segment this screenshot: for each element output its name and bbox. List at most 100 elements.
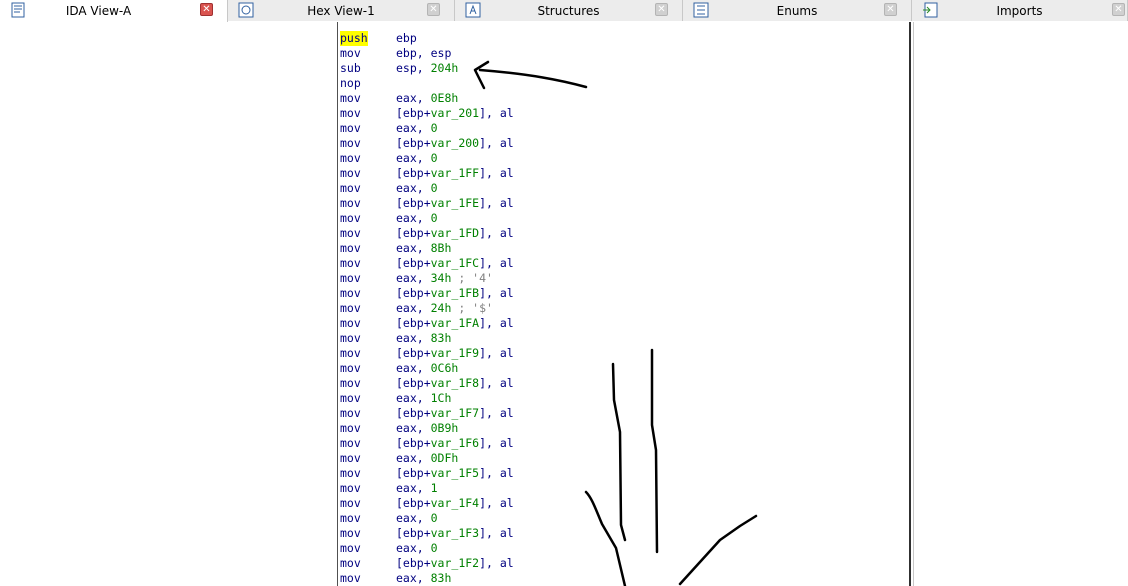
- mnemonic: mov: [340, 181, 361, 195]
- operand-reg: eax,: [396, 241, 431, 255]
- operand-reg: ], al: [479, 376, 514, 390]
- mnemonic: mov: [340, 136, 361, 150]
- tab-label: Hex View-1: [307, 4, 375, 18]
- operand-reg: ebp: [396, 31, 417, 45]
- operand-cmt: ; '$': [451, 301, 493, 315]
- tab-hex-view-1[interactable]: Hex View-1 ✕: [228, 0, 455, 21]
- operands: [ebp+var_1FF], al: [396, 166, 514, 181]
- operand-reg: [ebp+: [396, 286, 431, 300]
- operand-reg: [ebp+: [396, 466, 431, 480]
- hex-view-icon: [238, 2, 254, 18]
- operand-reg: ], al: [479, 406, 514, 420]
- operand-var: var_1F8: [430, 376, 480, 390]
- operand-reg: eax,: [396, 181, 431, 195]
- operand-num: 83h: [430, 571, 452, 585]
- mnemonic: mov: [340, 331, 361, 345]
- mnemonic: mov: [340, 256, 361, 270]
- operands: eax, 0: [396, 181, 438, 196]
- operands: [ebp+var_1FD], al: [396, 226, 514, 241]
- operand-reg: ], al: [479, 136, 514, 150]
- mnemonic: mov: [340, 541, 361, 555]
- close-icon[interactable]: ✕: [427, 3, 440, 16]
- operand-reg: [ebp+: [396, 166, 431, 180]
- operand-reg: eax,: [396, 421, 431, 435]
- close-icon[interactable]: ✕: [884, 3, 897, 16]
- operand-reg: eax,: [396, 301, 431, 315]
- operands: eax, 8Bh: [396, 241, 451, 256]
- operands: eax, 0: [396, 211, 438, 226]
- mnemonic: mov: [340, 406, 361, 420]
- operand-reg: [ebp+: [396, 556, 431, 570]
- operand-reg: ], al: [479, 346, 514, 360]
- operand-num: 204h: [430, 61, 459, 75]
- operand-reg: [ebp+: [396, 136, 431, 150]
- operands: eax, 1Ch: [396, 391, 451, 406]
- mnemonic: mov: [340, 466, 361, 480]
- tab-imports[interactable]: Imports ✕: [912, 0, 1128, 21]
- operand-var: var_200: [430, 136, 480, 150]
- operands: [ebp+var_1F3], al: [396, 526, 514, 541]
- operand-num: 0: [430, 511, 438, 525]
- operands: eax, 0: [396, 121, 438, 136]
- operands: eax, 34h ; '4': [396, 271, 493, 286]
- tab-enums[interactable]: Enums ✕: [683, 0, 912, 21]
- mnemonic: mov: [340, 226, 361, 240]
- operands: eax, 0C6h: [396, 361, 458, 376]
- operand-var: var_1F4: [430, 496, 480, 510]
- operand-reg: ], al: [479, 316, 514, 330]
- mnemonic: mov: [340, 286, 361, 300]
- operand-reg: eax,: [396, 451, 431, 465]
- tab-ida-view-a[interactable]: IDA View-A ✕: [0, 0, 228, 22]
- mnemonic: mov: [340, 511, 361, 525]
- mnemonic: mov: [340, 106, 361, 120]
- operand-reg: [ebp+: [396, 226, 431, 240]
- operand-reg: [ebp+: [396, 316, 431, 330]
- operands: [ebp+var_1FE], al: [396, 196, 514, 211]
- operand-reg: eax,: [396, 571, 431, 585]
- operand-num: 83h: [430, 331, 452, 345]
- operand-reg: ], al: [479, 526, 514, 540]
- operand-reg: ], al: [479, 466, 514, 480]
- operand-reg: eax,: [396, 361, 431, 375]
- tab-label: IDA View-A: [65, 4, 132, 18]
- operands: [ebp+var_1FB], al: [396, 286, 514, 301]
- close-icon[interactable]: ✕: [200, 3, 213, 16]
- operands: eax, 83h: [396, 331, 451, 346]
- close-icon[interactable]: ✕: [655, 3, 668, 16]
- mnemonic: sub: [340, 61, 361, 75]
- close-icon[interactable]: ✕: [1112, 3, 1125, 16]
- operand-num: 0E8h: [430, 91, 459, 105]
- operands: [ebp+var_1F7], al: [396, 406, 514, 421]
- operands: [ebp+var_201], al: [396, 106, 514, 121]
- operand-reg: ], al: [479, 196, 514, 210]
- operand-var: var_1FE: [430, 196, 480, 210]
- tab-structures[interactable]: Structures ✕: [455, 0, 683, 21]
- operand-reg: eax,: [396, 481, 431, 495]
- operand-var: var_1FF: [430, 166, 480, 180]
- operand-reg: eax,: [396, 331, 431, 345]
- mnemonic: mov: [340, 481, 361, 495]
- operand-num: 8Bh: [430, 241, 452, 255]
- tab-label: Imports: [996, 4, 1043, 18]
- mnemonic: mov: [340, 166, 361, 180]
- operands: eax, 1: [396, 481, 438, 496]
- operands: eax, 0: [396, 511, 438, 526]
- operands: eax, 0DFh: [396, 451, 458, 466]
- operand-var: var_1FA: [430, 316, 480, 330]
- operand-reg: eax,: [396, 541, 431, 555]
- operand-var: var_1F2: [430, 556, 480, 570]
- operand-reg: eax,: [396, 391, 431, 405]
- operands: eax, 0E8h: [396, 91, 458, 106]
- operand-reg: [ebp+: [396, 106, 431, 120]
- disassembly-listing[interactable]: push ebp mov ebp, esp sub esp, 204h nop mov eax,…: [337, 22, 911, 586]
- operand-reg: ebp, esp: [396, 46, 452, 60]
- operands: [ebp+var_1F5], al: [396, 466, 514, 481]
- mnemonic: mov: [340, 391, 361, 405]
- operand-reg: eax,: [396, 271, 431, 285]
- operand-cmt: ; '4': [451, 271, 493, 285]
- operands: [ebp+var_1FC], al: [396, 256, 514, 271]
- operands: eax, 0B9h: [396, 421, 458, 436]
- operand-reg: eax,: [396, 211, 431, 225]
- operand-var: var_1F5: [430, 466, 480, 480]
- mnemonic: mov: [340, 151, 361, 165]
